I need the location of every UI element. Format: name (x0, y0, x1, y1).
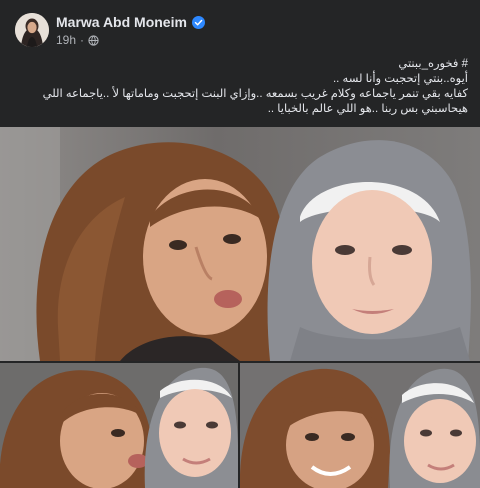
photo-bottom-right-image (240, 363, 480, 488)
facebook-post: Marwa Abd Moneim 19h · # فخوره_ببنتي أيو… (0, 0, 480, 488)
photo-bottom-left[interactable] (0, 363, 238, 488)
verified-badge-icon (191, 15, 205, 29)
post-text: # فخوره_ببنتي أيوه..بنتي إتحجبت وأنا لسه… (12, 57, 468, 117)
author-avatar[interactable] (15, 13, 49, 47)
post-timestamp[interactable]: 19h (56, 33, 76, 47)
avatar-image (15, 13, 49, 47)
globe-icon[interactable] (88, 34, 99, 46)
post-header: Marwa Abd Moneim 19h · (0, 0, 480, 52)
post-text-line: كفايه بقي تنمر ياجماعه وكلام غريب بسمعه … (42, 88, 468, 100)
author-name-row: Marwa Abd Moneim (56, 14, 205, 30)
meta-separator: · (80, 33, 85, 47)
photo-bottom-left-image (0, 363, 238, 488)
post-meta: 19h · (56, 33, 99, 47)
photo-bottom-right[interactable] (240, 363, 480, 488)
photo-main-image (0, 127, 480, 361)
photo-main[interactable] (0, 127, 480, 361)
photo-grid (0, 127, 480, 488)
post-text-line: هيحاسبني بس ربنا ..هو اللي عالم بالخبايا… (267, 103, 468, 115)
author-name[interactable]: Marwa Abd Moneim (56, 14, 187, 30)
post-text-line: أيوه..بنتي إتحجبت وأنا لسه .. (332, 73, 468, 85)
post-hashtag[interactable]: # فخوره_ببنتي (12, 57, 468, 72)
